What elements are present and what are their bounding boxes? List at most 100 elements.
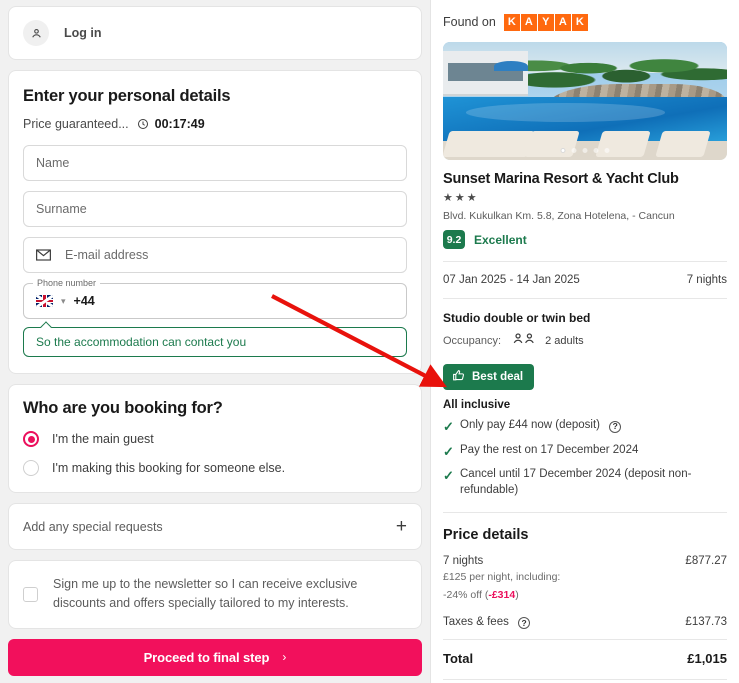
discount-prefix: -24% off ( xyxy=(443,589,489,602)
carousel-dot[interactable] xyxy=(593,148,599,153)
room-type: Studio double or twin bed xyxy=(443,311,591,325)
personal-details-card: Enter your personal details Price guaran… xyxy=(8,70,422,374)
special-requests-card[interactable]: Add any special requests + xyxy=(8,503,422,550)
kayak-letter: A xyxy=(554,13,571,31)
check-icon: ✓ xyxy=(443,443,454,459)
phone-label: Phone number xyxy=(33,278,101,288)
deal-perk-label: Cancel until 17 December 2024 (deposit n… xyxy=(460,468,692,496)
newsletter-card[interactable]: Sign me up to the newsletter so I can re… xyxy=(8,560,422,629)
radio-someone-else[interactable]: I'm making this booking for someone else… xyxy=(23,460,407,476)
price-nights-value: £877.27 xyxy=(685,555,727,568)
deal-perk-label: Only pay £44 now (deposit) xyxy=(460,419,600,431)
radio-icon-unselected[interactable] xyxy=(23,460,39,476)
carousel-dot[interactable] xyxy=(604,148,610,153)
found-on-label: Found on xyxy=(443,15,496,29)
phone-hint-text: So the accommodation can contact you xyxy=(36,335,247,349)
check-icon: ✓ xyxy=(443,468,454,484)
hotel-rating-row: 9.2 Excellent xyxy=(443,230,727,249)
booking-for-title: Who are you booking for? xyxy=(23,399,223,417)
taxes-label: Taxes & fees xyxy=(443,615,509,628)
price-nights-label: 7 nights xyxy=(443,555,484,568)
hotel-address: Blvd. Kukulkan Km. 5.8, Zona Hotelena, -… xyxy=(443,210,675,222)
price-discount-row: -24% off (-£314) xyxy=(443,588,727,603)
photo-umbrella xyxy=(494,60,529,72)
discount-suffix: ) xyxy=(515,589,519,602)
radio-icon-selected[interactable] xyxy=(23,431,39,447)
uk-flag-icon[interactable] xyxy=(36,295,53,307)
clock-icon xyxy=(137,118,149,130)
kayak-letter: A xyxy=(520,13,537,31)
price-guarantee-row: Price guaranteed... 00:17:49 xyxy=(23,117,407,131)
carousel-dot[interactable] xyxy=(582,148,588,153)
radio-someone-else-label: I'm making this booking for someone else… xyxy=(52,461,286,475)
deal-perk-label: Pay the rest on 17 December 2024 xyxy=(460,443,639,456)
kayak-letter: Y xyxy=(537,13,554,31)
name-placeholder: Name xyxy=(36,156,70,170)
phone-hint-tooltip: So the accommodation can contact you xyxy=(23,321,407,357)
best-deal-label: Best deal xyxy=(472,371,524,383)
total-row: Total £1,015 xyxy=(443,651,727,666)
rating-word: Excellent xyxy=(474,232,527,247)
plus-icon[interactable]: + xyxy=(396,517,407,536)
help-icon[interactable]: ? xyxy=(609,420,622,433)
carousel-dot[interactable] xyxy=(571,148,577,153)
tooltip-notch xyxy=(40,321,52,333)
deal-perk: ✓ Cancel until 17 December 2024 (deposit… xyxy=(443,467,727,498)
price-nights-row: 7 nights £877.27 xyxy=(443,555,727,567)
personal-details-title: Enter your personal details xyxy=(23,87,231,105)
booking-summary-panel: Found on K A Y A K Sunset Marina Resort … xyxy=(430,0,739,683)
taxes-row: Taxes & fees ? £137.73 xyxy=(443,616,727,629)
phone-country-code: +44 xyxy=(73,294,95,308)
stay-dates-row: 07 Jan 2025 - 14 Jan 2025 7 nights xyxy=(443,274,727,286)
surname-placeholder: Surname xyxy=(36,202,87,216)
surname-input[interactable]: Surname xyxy=(23,191,407,227)
check-icon: ✓ xyxy=(443,419,454,434)
login-label: Log in xyxy=(64,26,102,40)
email-placeholder: E-mail address xyxy=(65,248,149,262)
hotel-star-rating: ★★★ xyxy=(443,192,479,204)
found-on-row: Found on K A Y A K xyxy=(443,8,727,36)
checkout-page: Log in Enter your personal details Price… xyxy=(0,0,739,683)
carousel-dots[interactable] xyxy=(560,148,610,153)
board-type: All inclusive xyxy=(443,399,511,411)
chevron-right-icon: › xyxy=(282,650,287,665)
hotel-photo[interactable] xyxy=(443,42,727,160)
photo-lounger xyxy=(655,130,711,157)
taxes-value: £137.73 xyxy=(685,615,727,628)
kayak-logo: K A Y A K xyxy=(503,13,588,31)
name-input[interactable]: Name xyxy=(23,145,407,181)
newsletter-label: Sign me up to the newsletter so I can re… xyxy=(53,577,358,611)
deal-perk: ✓ Only pay £44 now (deposit) ? xyxy=(443,418,727,436)
chevron-down-icon[interactable]: ▾ xyxy=(61,296,66,307)
stay-dates: 07 Jan 2025 - 14 Jan 2025 xyxy=(443,274,580,286)
proceed-to-final-step-button[interactable]: Proceed to final step › xyxy=(8,638,422,676)
taxes-label-wrap: Taxes & fees ? xyxy=(443,615,531,629)
occupancy-value: 2 adults xyxy=(545,335,584,347)
occupancy-label: Occupancy: xyxy=(443,335,502,347)
email-input[interactable]: E-mail address xyxy=(23,237,407,273)
carousel-dot-active[interactable] xyxy=(560,148,566,153)
total-value: £1,015 xyxy=(687,650,727,666)
guests-icon xyxy=(513,332,537,350)
proceed-button-label: Proceed to final step xyxy=(143,649,270,665)
newsletter-checkbox[interactable] xyxy=(23,586,38,602)
deal-perk: ✓ Pay the rest on 17 December 2024 xyxy=(443,443,727,461)
stay-nights: 7 nights xyxy=(686,274,727,286)
occupancy-row: Occupancy: 2 adults xyxy=(443,332,727,350)
divider xyxy=(443,512,727,514)
discount-value: -£314 xyxy=(488,589,516,602)
booking-for-card: Who are you booking for? I'm the main gu… xyxy=(8,384,422,493)
radio-main-guest[interactable]: I'm the main guest xyxy=(23,431,407,447)
price-details-title: Price details xyxy=(443,527,529,544)
help-icon[interactable]: ? xyxy=(518,616,531,629)
kayak-letter: K xyxy=(503,13,520,31)
special-requests-label: Add any special requests xyxy=(23,519,163,534)
countdown-timer: 00:17:49 xyxy=(154,117,205,131)
divider xyxy=(443,261,727,262)
hotel-name: Sunset Marina Resort & Yacht Club xyxy=(443,171,679,187)
price-guarantee-label: Price guaranteed... xyxy=(23,117,129,131)
phone-input[interactable]: Phone number ▾ +44 xyxy=(23,278,407,319)
login-card[interactable]: Log in xyxy=(8,6,422,60)
photo-building xyxy=(443,51,529,97)
divider xyxy=(443,678,727,680)
